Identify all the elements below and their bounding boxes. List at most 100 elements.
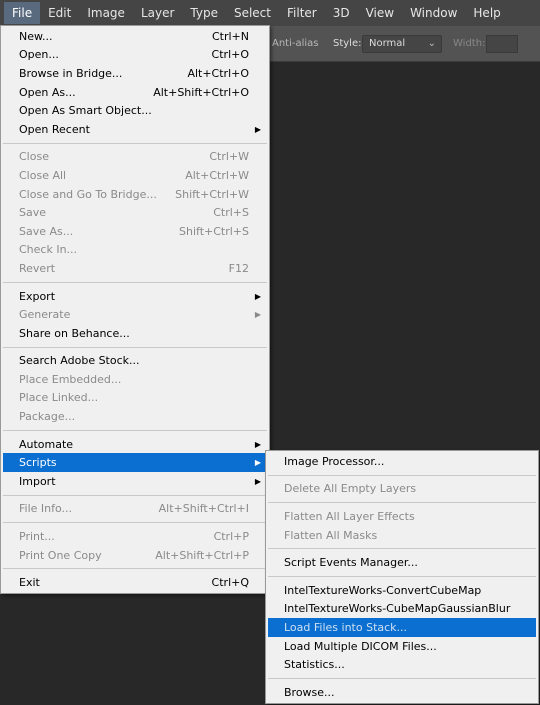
menu-separator — [268, 572, 536, 581]
shortcut: Ctrl+P — [213, 530, 249, 544]
menu-item-check-in[interactable]: Check In... — [3, 241, 267, 260]
scripts-submenu: Image Processor... Delete All Empty Layer… — [265, 450, 539, 704]
menu-item-load-files-into-stack[interactable]: Load Files into Stack... — [268, 618, 536, 637]
style-select[interactable]: Normal ⌄ — [362, 35, 442, 53]
menu-item-place-linked[interactable]: Place Linked... — [3, 389, 267, 408]
menu-item-open[interactable]: Open... Ctrl+O — [3, 46, 267, 65]
shortcut: Ctrl+W — [209, 150, 249, 164]
menu-item-close-all[interactable]: Close All Alt+Ctrl+W — [3, 166, 267, 185]
menu-item-open-as-smart-object[interactable]: Open As Smart Object... — [3, 101, 267, 120]
width-input[interactable] — [486, 35, 518, 53]
menu-item-label: Script Events Manager... — [284, 556, 418, 570]
menu-item-label: Flatten All Masks — [284, 528, 378, 542]
menu-separator — [268, 471, 536, 480]
menu-item-exit[interactable]: Exit Ctrl+Q — [3, 573, 267, 592]
menu-item-script-events-manager[interactable]: Script Events Manager... — [268, 553, 536, 572]
menu-item-import[interactable]: Import ▶ — [3, 472, 267, 491]
menu-item-label: Close and Go To Bridge... — [19, 187, 157, 201]
menu-item-label: Scripts — [19, 456, 57, 470]
menu-item-load-multiple-dicom-files[interactable]: Load Multiple DICOM Files... — [268, 637, 536, 656]
menu-item-search-adobe-stock[interactable]: Search Adobe Stock... — [3, 352, 267, 371]
menu-item-label: Print... — [19, 530, 55, 544]
menu-item-open-recent[interactable]: Open Recent ▶ — [3, 120, 267, 139]
submenu-arrow-icon: ▶ — [254, 310, 261, 320]
menu-view[interactable]: View — [358, 2, 402, 24]
shortcut: Ctrl+O — [211, 48, 249, 62]
menu-item-label: Browse in Bridge... — [19, 66, 123, 80]
menu-item-inteltextureworks-cubemapgaussianblur[interactable]: IntelTextureWorks-CubeMapGaussianBlur — [268, 600, 536, 619]
menu-item-label: Close — [19, 150, 49, 164]
menu-item-label: Automate — [19, 437, 74, 451]
shortcut: Shift+Ctrl+W — [175, 187, 249, 201]
menu-item-open-as[interactable]: Open As... Alt+Shift+Ctrl+O — [3, 83, 267, 102]
menu-separator — [3, 426, 267, 435]
menu-item-export[interactable]: Export ▶ — [3, 287, 267, 306]
menu-separator — [3, 518, 267, 527]
menu-item-generate[interactable]: Generate ▶ — [3, 305, 267, 324]
shortcut: Alt+Shift+Ctrl+I — [158, 502, 249, 516]
menu-item-label: Browse... — [284, 685, 335, 699]
menu-separator — [3, 343, 267, 352]
menu-separator — [268, 498, 536, 507]
menu-item-label: Revert — [19, 261, 56, 275]
submenu-arrow-icon: ▶ — [254, 458, 261, 468]
menu-item-label: Load Files into Stack... — [284, 620, 408, 634]
menu-item-inteltextureworks-convertcubemap[interactable]: IntelTextureWorks-ConvertCubeMap — [268, 581, 536, 600]
menu-help[interactable]: Help — [465, 2, 508, 24]
style-value: Normal — [369, 38, 406, 49]
menu-item-flatten-all-layer-effects[interactable]: Flatten All Layer Effects — [268, 507, 536, 526]
menu-item-place-embedded[interactable]: Place Embedded... — [3, 370, 267, 389]
menu-item-image-processor[interactable]: Image Processor... — [268, 452, 536, 471]
menu-item-save[interactable]: Save Ctrl+S — [3, 203, 267, 222]
menu-item-label: Export — [19, 289, 56, 303]
menu-item-automate[interactable]: Automate ▶ — [3, 435, 267, 454]
menu-separator — [3, 564, 267, 573]
menu-item-file-info[interactable]: File Info... Alt+Shift+Ctrl+I — [3, 500, 267, 519]
menu-3d[interactable]: 3D — [325, 2, 358, 24]
menu-layer[interactable]: Layer — [133, 2, 182, 24]
menu-item-browse-in-bridge[interactable]: Browse in Bridge... Alt+Ctrl+O — [3, 64, 267, 83]
menu-separator — [268, 544, 536, 553]
menu-item-label: Check In... — [19, 243, 78, 257]
menu-item-close-and-go-to-bridge[interactable]: Close and Go To Bridge... Shift+Ctrl+W — [3, 185, 267, 204]
menu-item-close[interactable]: Close Ctrl+W — [3, 148, 267, 167]
menu-item-package[interactable]: Package... — [3, 407, 267, 426]
menu-item-label: Open As... — [19, 85, 76, 99]
menu-item-label: Image Processor... — [284, 454, 385, 468]
menu-item-print-one-copy[interactable]: Print One Copy Alt+Shift+Ctrl+P — [3, 546, 267, 565]
menu-item-print[interactable]: Print... Ctrl+P — [3, 527, 267, 546]
menu-item-label: IntelTextureWorks-CubeMapGaussianBlur — [284, 602, 511, 616]
menu-item-label: Import — [19, 474, 56, 488]
menu-item-scripts[interactable]: Scripts ▶ — [3, 453, 267, 473]
menu-item-new[interactable]: New... Ctrl+N — [3, 27, 267, 46]
menu-item-label: File Info... — [19, 502, 73, 516]
menu-type[interactable]: Type — [182, 2, 226, 24]
menu-item-share-on-behance[interactable]: Share on Behance... — [3, 324, 267, 343]
menu-item-label: Save — [19, 206, 47, 220]
menu-item-label: Statistics... — [284, 658, 345, 672]
submenu-arrow-icon: ▶ — [254, 476, 261, 486]
submenu-arrow-icon: ▶ — [254, 124, 261, 134]
shortcut: Alt+Shift+Ctrl+O — [153, 85, 249, 99]
submenu-arrow-icon: ▶ — [254, 291, 261, 301]
menu-item-label: Open Recent — [19, 122, 90, 136]
menu-item-label: Place Embedded... — [19, 372, 122, 386]
menu-image[interactable]: Image — [79, 2, 133, 24]
menu-item-browse[interactable]: Browse... — [268, 683, 536, 702]
anti-alias-checkbox-label[interactable]: Anti-alias — [272, 38, 319, 49]
menu-item-delete-all-empty-layers[interactable]: Delete All Empty Layers — [268, 480, 536, 499]
menu-window[interactable]: Window — [402, 2, 465, 24]
menu-item-label: Load Multiple DICOM Files... — [284, 639, 437, 653]
width-label: Width: — [453, 38, 486, 49]
menu-item-revert[interactable]: Revert F12 — [3, 259, 267, 278]
menu-item-label: Share on Behance... — [19, 326, 130, 340]
menu-item-statistics[interactable]: Statistics... — [268, 655, 536, 674]
menu-item-label: Exit — [19, 576, 40, 590]
shortcut: Alt+Shift+Ctrl+P — [155, 548, 249, 562]
menu-item-save-as[interactable]: Save As... Shift+Ctrl+S — [3, 222, 267, 241]
menu-file[interactable]: File — [4, 2, 41, 24]
menu-edit[interactable]: Edit — [40, 2, 79, 24]
menu-item-flatten-all-masks[interactable]: Flatten All Masks — [268, 526, 536, 545]
menu-select[interactable]: Select — [226, 2, 279, 24]
menu-filter[interactable]: Filter — [279, 2, 325, 24]
